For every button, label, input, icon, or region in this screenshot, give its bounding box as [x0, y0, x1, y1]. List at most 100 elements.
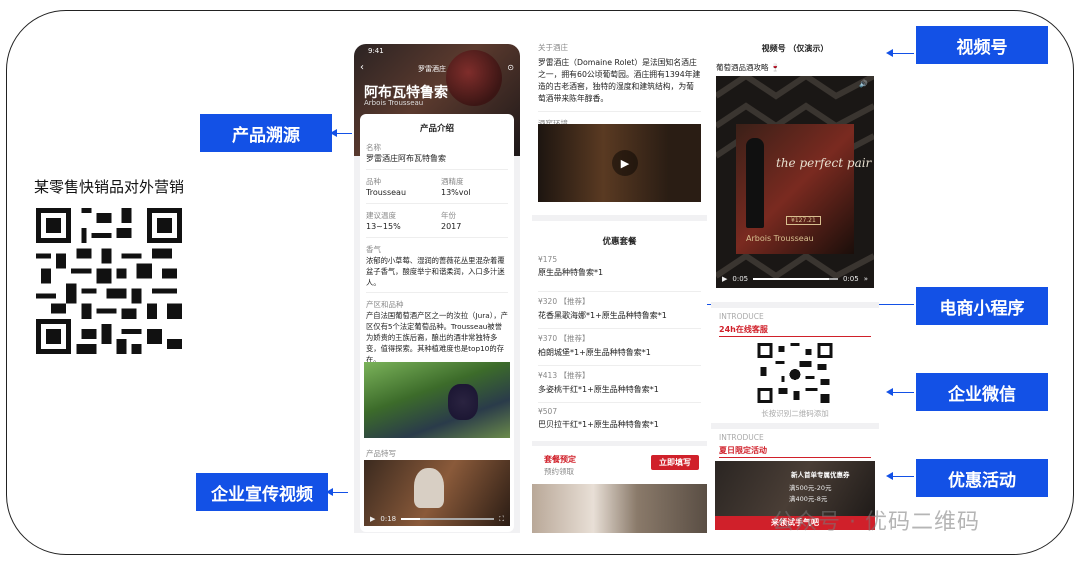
package-name: 多姿桃干红*1+原生品种特鲁索*1 — [538, 385, 659, 394]
service-card: INTRODUCE 24h在线客服 长按识别二维码添加 — [711, 308, 879, 423]
package-item[interactable]: ¥507 巴贝拉干红*1+原生品种特鲁索*1 — [538, 403, 701, 439]
package-item[interactable]: ¥320 【推荐】花香黑歌海娜*1+原生品种特鲁索*1 — [538, 292, 701, 328]
reserve-button[interactable]: 立即填写 — [651, 455, 699, 470]
feature-video[interactable]: ▶ 0:18 ⛶ — [364, 460, 510, 526]
product-intro-card: 产品介绍 名称 罗雷酒庄阿布瓦特鲁索 品种 Trousseau 酒精度 13%vol… — [360, 114, 514, 532]
phone-shop-page: 关于酒庄 罗雷酒庄（Domaine Rolet）是法国知名酒庄之一，拥有60公顷… — [532, 40, 707, 533]
more-icon[interactable]: » — [864, 275, 868, 283]
phone-channel-page: 视频号 （仅演示） 葡萄酒品酒攻略 🍷 the perfect pair ¥12… — [711, 40, 879, 533]
video-script-text: the perfect pair — [776, 156, 872, 170]
name-label: 名称 — [366, 143, 381, 152]
wine-glass-image — [446, 50, 502, 106]
play-icon[interactable]: ▶ — [722, 275, 727, 283]
introduce-label: INTRODUCE — [719, 433, 764, 442]
variety-label: 品种 — [366, 177, 381, 186]
aroma-text: 浓郁的小草莓、湿润的蔷薇花丛里混杂着覆盆子香气，酸度举宁和谐柔润，入口多汁迷人。 — [366, 256, 505, 287]
channel-account: 葡萄酒品酒攻略 🍷 — [716, 63, 781, 72]
abv-value: 13%vol — [441, 188, 471, 197]
tag-wecom: 企业微信 — [916, 373, 1048, 411]
package-banner-image — [532, 484, 707, 533]
tag-video-channel: 视频号 — [916, 26, 1048, 64]
package-card: 优惠套餐 ¥175 原生品种特鲁索*1 ¥320 【推荐】花香黑歌海娜*1+原生品… — [532, 221, 707, 441]
reserve-title: 套餐预定 — [544, 455, 576, 464]
package-price: ¥175 — [538, 255, 558, 264]
service-title: 24h在线客服 — [719, 325, 768, 334]
qr-hint: 长按识别二维码添加 — [761, 409, 829, 418]
package-item[interactable]: ¥175 原生品种特鲁索*1 — [538, 255, 701, 291]
origin-label: 产区和品种 — [366, 300, 404, 309]
channel-card: 视频号 （仅演示） 葡萄酒品酒攻略 🍷 the perfect pair ¥12… — [711, 40, 879, 302]
package-price: ¥320 【推荐】 — [538, 297, 590, 306]
year-label: 年份 — [441, 211, 456, 220]
about-label: 关于酒庄 — [538, 43, 568, 52]
tag-company-video: 企业宣传视频 — [196, 473, 328, 511]
coupon-line-2: 满400元-8元 — [789, 495, 828, 503]
sommelier-figure — [414, 468, 444, 508]
temp-label: 建议温度 — [366, 211, 396, 220]
video-badge: ¥127.21 — [786, 216, 821, 225]
play-icon[interactable]: ▶ — [370, 515, 375, 523]
package-title: 优惠套餐 — [602, 237, 637, 247]
tag-product-trace: 产品溯源 — [200, 114, 332, 152]
package-item[interactable]: ¥370 【推荐】柏朗城堡*1+原生品种特鲁索*1 — [538, 329, 701, 365]
arrow-channel — [886, 49, 914, 57]
abv-label: 酒精度 — [441, 177, 464, 186]
qr-code[interactable] — [36, 208, 182, 354]
winery-short-name: 罗雷酒庄 — [418, 65, 446, 73]
package-price: ¥413 【推荐】 — [538, 371, 590, 380]
temp-value: 13~15% — [366, 222, 401, 231]
feature-label: 产品特写 — [366, 449, 396, 458]
volume-icon[interactable]: 🔊 — [859, 80, 868, 88]
package-price: ¥507 — [538, 407, 558, 416]
video-brand: Arbois Trousseau — [746, 234, 814, 243]
package-name: 原生品种特鲁索*1 — [538, 268, 604, 277]
status-time: 9:41 — [368, 47, 384, 55]
arrow-promo — [886, 472, 914, 480]
cellar-video[interactable]: ▶ — [538, 124, 701, 202]
bottle-image — [746, 138, 764, 228]
package-name: 花香黑歌海娜*1+原生品种特鲁索*1 — [538, 311, 667, 320]
package-price: ¥370 【推荐】 — [538, 334, 590, 343]
tag-mini-program: 电商小程序 — [916, 287, 1048, 325]
product-name-en: Arbois Trousseau — [364, 99, 424, 107]
package-list: ¥175 原生品种特鲁索*1 ¥320 【推荐】花香黑歌海娜*1+原生品种特鲁索*… — [538, 255, 701, 439]
tag-promotion: 优惠活动 — [916, 459, 1048, 497]
about-text: 罗雷酒庄（Domaine Rolet）是法国知名酒庄之一，拥有60公顷葡萄园。酒… — [538, 58, 701, 103]
promo-title: 夏日限定活动 — [719, 446, 767, 455]
time-start: 0:05 — [732, 275, 749, 283]
channel-video-controls[interactable]: ▶ 0:05 0:05 » — [716, 272, 874, 286]
section-title: 产品介绍 — [419, 124, 454, 134]
reserve-subtitle: 预约领取 — [544, 467, 574, 476]
about-card: 关于酒庄 罗雷酒庄（Domaine Rolet）是法国知名酒庄之一，拥有60公顷… — [532, 40, 707, 215]
arrow-trace — [330, 129, 352, 137]
channel-video[interactable]: the perfect pair ¥127.21 Arbois Troussea… — [716, 76, 874, 288]
introduce-label: INTRODUCE — [719, 312, 764, 321]
arrow-video — [326, 488, 348, 496]
watermark: 公众号 · 优码二维码 — [772, 510, 980, 535]
package-name: 巴贝拉干红*1+原生品种特鲁索*1 — [538, 420, 659, 429]
reserve-card: 套餐预定 预约领取 立即填写 — [532, 446, 707, 533]
name-value: 罗雷酒庄阿布瓦特鲁索 — [366, 154, 446, 163]
variety-value: Trousseau — [366, 188, 407, 197]
back-icon[interactable]: ‹ — [360, 62, 364, 73]
wecom-qr-code[interactable] — [757, 343, 833, 403]
arrow-wecom — [886, 388, 914, 396]
package-name: 柏朗城堡*1+原生品种特鲁索*1 — [538, 348, 651, 357]
phone-product-page: 9:41 ‹ 罗雷酒庄 ⊙ 阿布瓦特鲁索 Arbois Trousseau 产品… — [354, 44, 520, 533]
video-controls[interactable]: ▶ 0:18 ⛶ — [364, 512, 510, 526]
marketing-title: 某零售快销品对外营销 — [34, 178, 185, 196]
coupon-title: 新人首单专属优惠券 — [791, 471, 850, 479]
video-time: 0:18 — [380, 515, 397, 523]
grape-cluster — [448, 384, 478, 420]
aroma-label: 香气 — [366, 245, 381, 254]
coupon-line-1: 满500元-20元 — [789, 484, 832, 492]
menu-dots-icon[interactable]: ⊙ — [507, 63, 514, 72]
package-item[interactable]: ¥413 【推荐】多姿桃干红*1+原生品种特鲁索*1 — [538, 366, 701, 402]
play-button-icon[interactable]: ▶ — [612, 150, 638, 176]
vineyard-photo — [364, 362, 510, 438]
time-end: 0:05 — [842, 275, 859, 283]
year-value: 2017 — [441, 222, 462, 231]
fullscreen-icon[interactable]: ⛶ — [499, 515, 504, 524]
origin-text: 产自法国葡萄酒产区之一的汝拉（Jura），产区仅有5个法定葡萄品种。Trouss… — [366, 311, 508, 364]
channel-header: 视频号 （仅演示） — [761, 44, 829, 53]
